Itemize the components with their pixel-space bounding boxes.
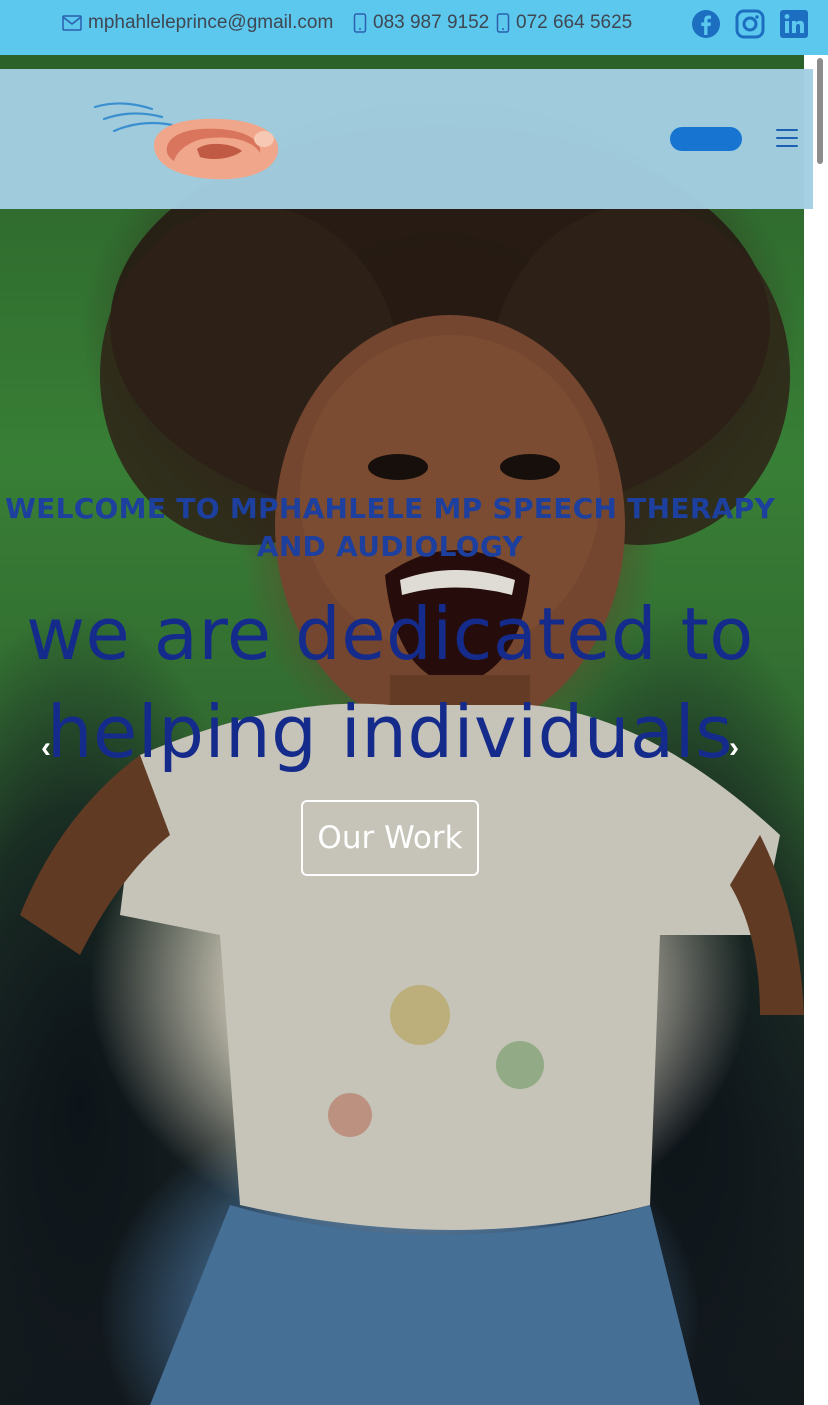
instagram-icon	[735, 9, 765, 39]
hamburger-line	[776, 129, 798, 131]
carousel-next-button[interactable]: ›	[722, 728, 746, 768]
scrollbar-track[interactable]	[813, 55, 828, 1405]
hamburger-line	[776, 145, 798, 147]
linkedin-link[interactable]	[779, 9, 809, 39]
hero-tagline: we are dedicated to helping individuals	[26, 592, 754, 774]
scrollbar-thumb[interactable]	[817, 58, 823, 164]
nav-pill-button[interactable]	[670, 127, 742, 151]
ear-logo[interactable]	[92, 99, 282, 184]
contact-bar: mphahleleprince@gmail.com 083 987 9152 0…	[0, 0, 828, 55]
contact-phone-1[interactable]: 083 987 9152	[353, 0, 489, 46]
mobile-phone-icon	[353, 13, 367, 33]
site-header	[0, 69, 828, 209]
linkedin-icon	[780, 10, 808, 38]
contact-phone-2[interactable]: 072 664 5625	[496, 0, 632, 46]
envelope-icon	[62, 15, 82, 31]
instagram-link[interactable]	[735, 9, 765, 39]
our-work-button[interactable]: Our Work	[301, 800, 479, 876]
phone-1-text: 083 987 9152	[373, 12, 490, 33]
menu-toggle[interactable]	[776, 127, 800, 149]
carousel-prev-button[interactable]: ‹	[34, 728, 58, 768]
phone-2-text: 072 664 5625	[516, 12, 633, 33]
hamburger-line	[776, 137, 798, 139]
facebook-link[interactable]	[691, 9, 721, 39]
hero-welcome-heading: WELCOME TO MPHAHLELE MP SPEECH THERAPY A…	[4, 492, 776, 563]
facebook-icon	[692, 10, 720, 38]
email-text: mphahleleprince@gmail.com	[88, 12, 334, 33]
mobile-phone-icon	[496, 13, 510, 33]
contact-email[interactable]: mphahleleprince@gmail.com	[62, 0, 333, 46]
